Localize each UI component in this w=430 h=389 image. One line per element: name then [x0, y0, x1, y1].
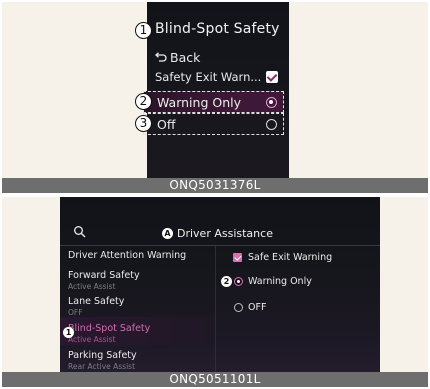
- menu-item-status: Active Assist: [68, 282, 116, 291]
- figure-caption: ONQ5031376L: [2, 178, 428, 193]
- checkmark-icon[interactable]: [233, 253, 242, 262]
- option-off[interactable]: Off: [143, 113, 284, 135]
- menu-item-forward-safety[interactable]: Forward Safety Active Assist: [68, 270, 140, 291]
- option-warning-only[interactable]: Warning Only: [143, 91, 284, 113]
- callout-1: 1: [135, 22, 152, 39]
- warning-only-option[interactable]: Warning Only: [248, 276, 312, 287]
- checkmark-icon[interactable]: [266, 71, 278, 83]
- top-figure: 1 Blind-Spot Safety Back Safety Exit War…: [2, 2, 428, 193]
- option-label: Off: [157, 117, 176, 132]
- safe-exit-warning-option[interactable]: Safe Exit Warning: [248, 252, 332, 263]
- off-option[interactable]: OFF: [248, 302, 266, 313]
- page-title: Blind-Spot Safety: [155, 21, 280, 37]
- callout-3: 3: [135, 115, 152, 132]
- callout-a: A: [162, 228, 173, 239]
- callout-1: 1: [63, 327, 74, 338]
- menu-item-status: OFF: [68, 308, 83, 317]
- menu-item-lane-safety[interactable]: Lane Safety OFF: [68, 296, 124, 317]
- safety-exit-warning-item[interactable]: Safety Exit Warn...: [155, 70, 261, 84]
- callout-2: 2: [221, 276, 232, 287]
- search-icon[interactable]: [73, 224, 87, 238]
- menu-item-label: Forward Safety: [68, 270, 140, 281]
- menu-item-label: Blind-Spot Safety: [68, 323, 151, 334]
- radio-icon: [266, 119, 277, 130]
- menu-item-parking-safety[interactable]: Parking Safety Rear Active Assist: [68, 350, 137, 371]
- screen-header: A Driver Assistance: [60, 224, 380, 244]
- menu-item-status: Active Assist: [68, 335, 116, 344]
- column-divider: [215, 246, 216, 372]
- back-label: Back: [170, 50, 201, 65]
- figure-caption: ONQ5051101L: [2, 372, 428, 387]
- option-label: Warning Only: [157, 95, 241, 110]
- menu-item-driver-attention-warning[interactable]: Driver Attention Warning: [68, 250, 186, 262]
- radio-icon[interactable]: [234, 303, 243, 312]
- callout-2: 2: [135, 93, 152, 110]
- menu-item-blind-spot-safety[interactable]: Blind-Spot Safety Active Assist: [68, 323, 150, 344]
- bottom-figure: A Driver Assistance Driver Attention War…: [2, 197, 428, 387]
- menu-item-status: Rear Active Assist: [68, 362, 136, 371]
- back-button[interactable]: Back: [155, 50, 200, 65]
- header-divider: [60, 245, 380, 246]
- back-arrow-icon: [155, 50, 167, 65]
- radio-icon: [266, 97, 277, 108]
- menu-item-label: Driver Attention Warning: [68, 250, 187, 261]
- menu-item-label: Parking Safety: [68, 350, 137, 361]
- header-title: Driver Assistance: [177, 227, 273, 240]
- menu-item-label: Lane Safety: [68, 296, 125, 307]
- radio-icon[interactable]: [234, 277, 243, 286]
